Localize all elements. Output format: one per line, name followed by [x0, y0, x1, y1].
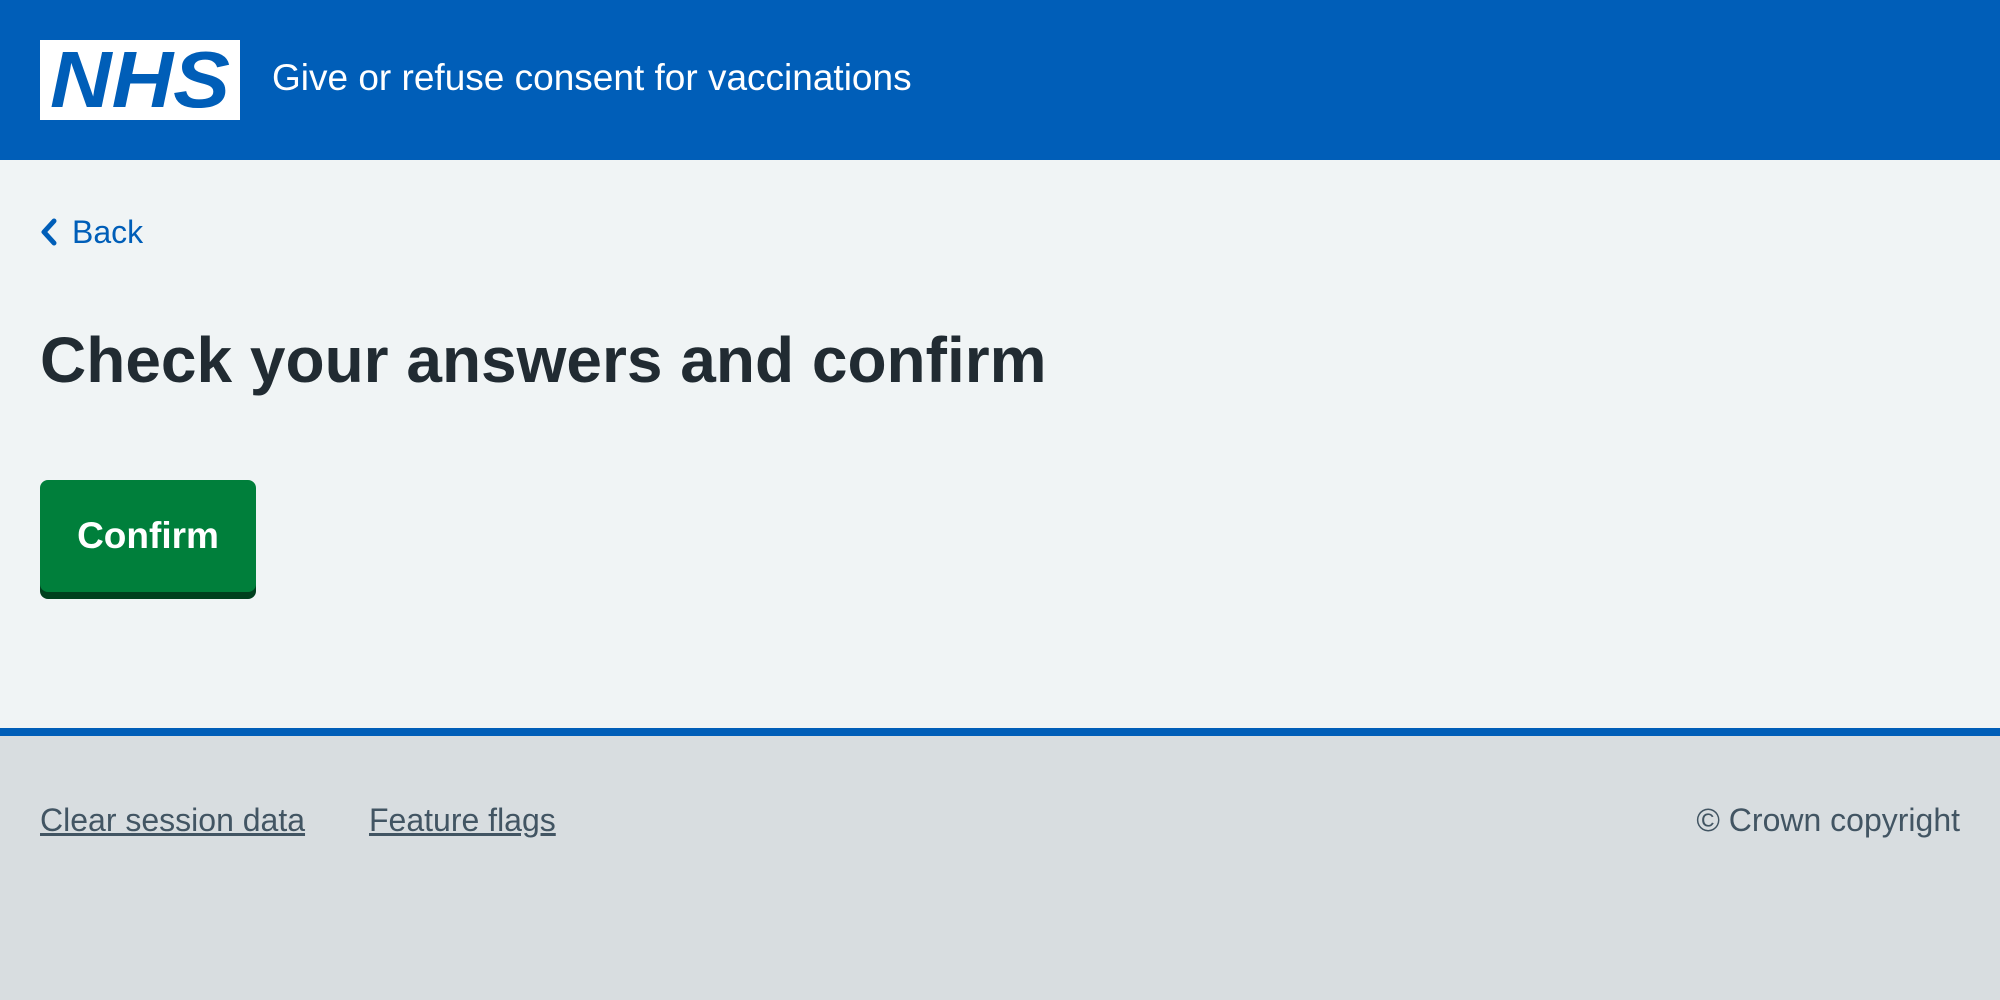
nhs-logo-graphic: NHS	[40, 40, 240, 120]
svg-text:NHS: NHS	[50, 40, 230, 120]
site-header: NHS Give or refuse consent for vaccinati…	[0, 0, 2000, 160]
nhs-logo[interactable]: NHS	[40, 40, 240, 120]
confirm-button[interactable]: Confirm	[40, 480, 256, 592]
service-name[interactable]: Give or refuse consent for vaccinations	[272, 52, 912, 104]
site-footer: Clear session data Feature flags © Crown…	[0, 736, 2000, 1000]
page-title: Check your answers and confirm	[40, 324, 1047, 396]
clear-session-data-link[interactable]: Clear session data	[40, 800, 305, 840]
copyright-notice: © Crown copyright	[1696, 802, 1960, 838]
chevron-left-icon	[41, 218, 57, 246]
back-link-label: Back	[72, 213, 144, 250]
feature-flags-link[interactable]: Feature flags	[369, 800, 556, 840]
main-content: Back Check your answers and confirm Conf…	[0, 160, 2000, 728]
footer-divider	[0, 728, 2000, 736]
back-link[interactable]: Back	[40, 212, 143, 252]
